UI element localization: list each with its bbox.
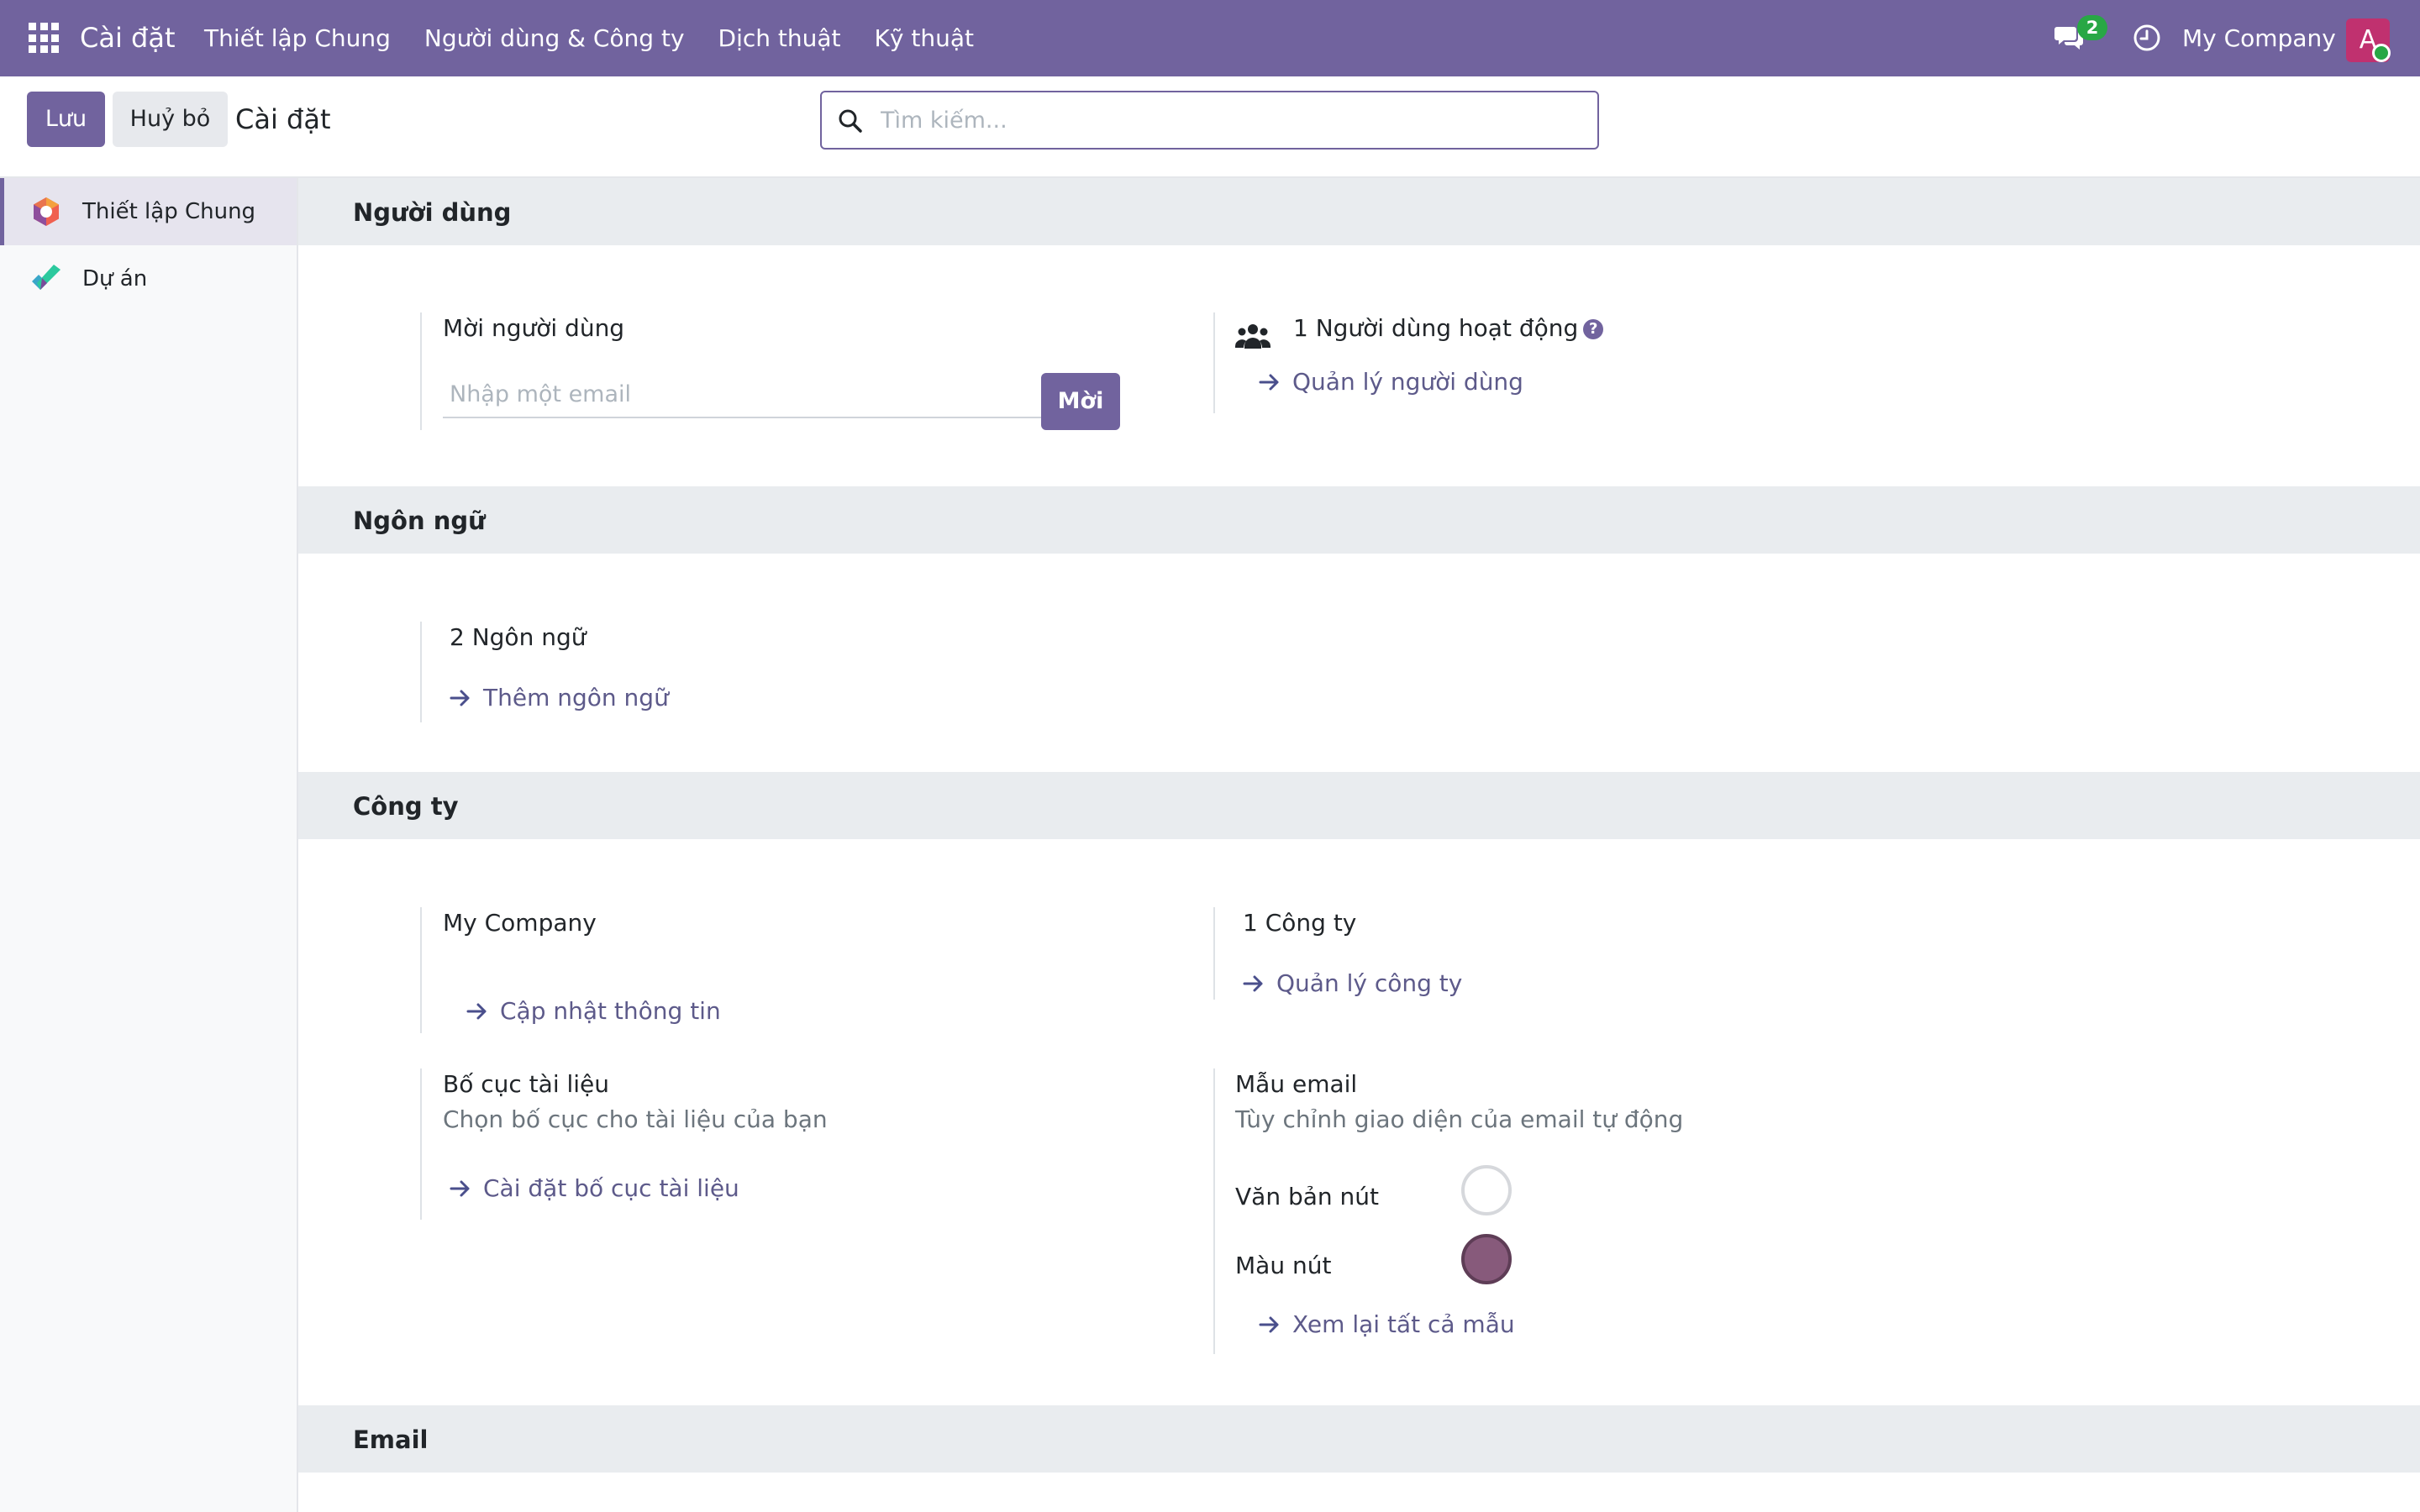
company-name: My Company (443, 909, 597, 937)
section-header-users: Người dùng (298, 178, 2420, 245)
section-title: Công ty (353, 792, 459, 821)
menu-technical[interactable]: Kỹ thuật (875, 23, 974, 55)
companies-count: 1 Công ty (1243, 909, 1357, 937)
menu-general-settings[interactable]: Thiết lập Chung (204, 23, 391, 55)
button-text-label: Văn bản nút (1235, 1183, 1380, 1210)
company-info-block: My Company Cập nhật thông tin (420, 907, 798, 1033)
document-layout-link[interactable]: Cài đặt bố cục tài liệu (450, 1173, 739, 1205)
review-templates-label: Xem lại tất cả mẫu (1292, 1310, 1515, 1338)
chat-count-badge: 2 (2077, 15, 2107, 40)
project-app-icon (32, 265, 60, 290)
top-navbar: Cài đặt Thiết lập Chung Người dùng & Côn… (0, 0, 2420, 76)
settings-sidebar: Thiết lập Chung Dự án (0, 178, 298, 1512)
main-menu: Thiết lập Chung Người dùng & Công ty Dịc… (204, 23, 1007, 55)
app-brand[interactable]: Cài đặt (80, 18, 175, 57)
section-title: Email (353, 1425, 429, 1454)
search-box[interactable] (820, 91, 1599, 150)
update-info-label: Cập nhật thông tin (500, 997, 721, 1025)
active-users-text: 1 Người dùng hoạt động (1293, 314, 1579, 342)
save-button[interactable]: Lưu (27, 92, 105, 147)
clock-icon[interactable] (2133, 24, 2161, 52)
arrow-right-icon (1243, 975, 1263, 992)
add-language-link[interactable]: Thêm ngôn ngữ (450, 682, 669, 714)
section-header-email: Email (298, 1405, 2420, 1473)
arrow-right-icon (450, 690, 470, 706)
company-switcher[interactable]: My Company (2182, 23, 2336, 55)
sidebar-item-label: Dự án (82, 266, 148, 291)
active-users-block: 1 Người dùng hoạt động? Quản lý người dù… (1213, 312, 1718, 413)
sidebar-item-project[interactable]: Dự án (0, 245, 297, 312)
section-title: Người dùng (353, 198, 512, 227)
manage-users-label: Quản lý người dùng (1292, 368, 1523, 396)
button-text-color-picker[interactable] (1461, 1165, 1512, 1215)
email-template-title: Mẫu email (1235, 1070, 1358, 1098)
help-icon[interactable]: ? (1583, 319, 1604, 339)
manage-users-link[interactable]: Quản lý người dùng (1259, 366, 1523, 398)
menu-translations[interactable]: Dịch thuật (718, 23, 841, 55)
settings-content: Người dùng Mời người dùng Mời 1 Người dù… (298, 178, 2420, 1512)
document-layout-block: Bố cục tài liệu Chọn bố cục cho tài liệu… (420, 1068, 840, 1220)
arrow-right-icon (1259, 374, 1279, 391)
control-panel: Lưu Huỷ bỏ Cài đặt (0, 76, 2420, 178)
invite-button[interactable]: Mời (1041, 373, 1120, 430)
invite-users-block: Mời người dùng Mời (420, 312, 1120, 430)
sidebar-item-label: Thiết lập Chung (82, 199, 256, 224)
invite-email-input[interactable] (443, 371, 1041, 418)
sidebar-item-general-settings[interactable]: Thiết lập Chung (0, 178, 297, 245)
email-template-desc: Tùy chỉnh giao diện của email tự động (1235, 1105, 1684, 1133)
button-color-label: Màu nút (1235, 1252, 1332, 1279)
active-users-count: 1 Người dùng hoạt động? (1293, 312, 1604, 344)
languages-block: 2 Ngôn ngữ Thêm ngôn ngữ (420, 622, 798, 722)
button-color-picker[interactable] (1461, 1234, 1512, 1284)
document-layout-title: Bố cục tài liệu (443, 1070, 610, 1098)
document-layout-desc: Chọn bố cục cho tài liệu của bạn (443, 1105, 828, 1133)
arrow-right-icon (1259, 1316, 1279, 1333)
languages-count: 2 Ngôn ngữ (450, 623, 587, 651)
breadcrumb: Cài đặt (235, 103, 331, 135)
update-info-link[interactable]: Cập nhật thông tin (466, 995, 721, 1027)
invite-users-title: Mời người dùng (443, 314, 625, 342)
menu-users-companies[interactable]: Người dùng & Công ty (424, 23, 685, 55)
manage-companies-label: Quản lý công ty (1276, 969, 1463, 997)
section-title: Ngôn ngữ (353, 507, 486, 535)
search-icon (839, 109, 862, 133)
online-status-dot (2372, 44, 2391, 62)
section-header-companies: Công ty (298, 772, 2420, 839)
section-header-languages: Ngôn ngữ (298, 486, 2420, 554)
users-icon (1235, 324, 1270, 349)
settings-app-icon (34, 197, 59, 226)
discard-button[interactable]: Huỷ bỏ (113, 92, 228, 147)
companies-count-block: 1 Công ty Quản lý công ty (1213, 907, 1718, 1000)
document-layout-link-label: Cài đặt bố cục tài liệu (483, 1174, 739, 1202)
search-input[interactable] (881, 92, 1586, 148)
add-language-label: Thêm ngôn ngữ (483, 684, 669, 711)
review-templates-link[interactable]: Xem lại tất cả mẫu (1259, 1309, 1515, 1341)
arrow-right-icon (466, 1003, 487, 1020)
arrow-right-icon (450, 1180, 470, 1197)
email-template-block: Mẫu email Tùy chỉnh giao diện của email … (1213, 1068, 1718, 1354)
manage-companies-link[interactable]: Quản lý công ty (1243, 968, 1462, 1000)
app-grid-icon[interactable] (29, 23, 59, 53)
